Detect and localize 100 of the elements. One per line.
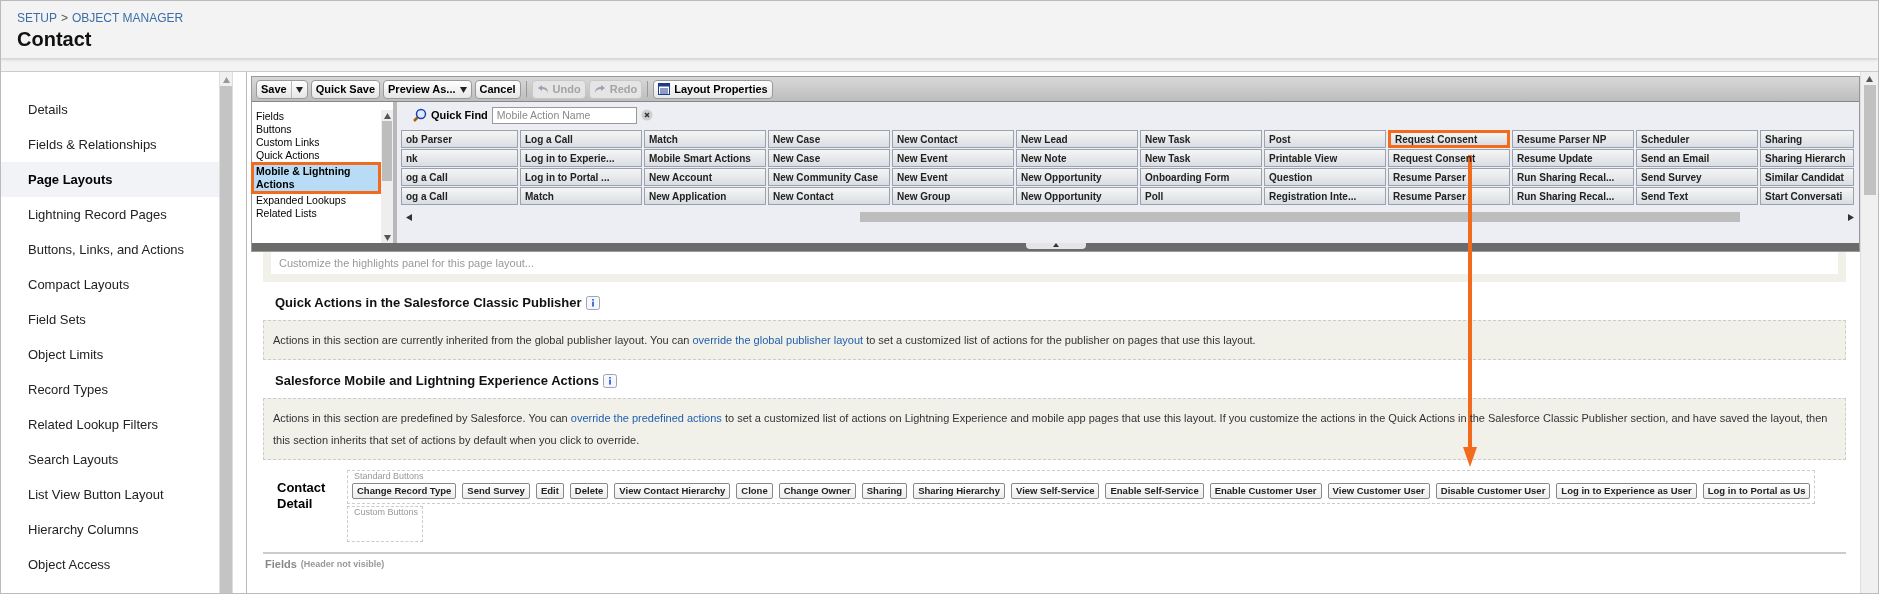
action-item[interactable]: Send Survey [1636, 168, 1758, 186]
action-item[interactable]: Start Conversati [1760, 187, 1854, 205]
action-item[interactable]: Log in to Experie... [520, 149, 642, 167]
palette-category[interactable]: Custom Links [254, 136, 381, 149]
action-item[interactable]: Scheduler [1636, 130, 1758, 148]
resize-handle[interactable] [1025, 243, 1086, 249]
caret-icon[interactable] [295, 85, 303, 93]
action-item[interactable]: Log a Call [520, 130, 642, 148]
layout-button[interactable]: View Self-Service [1010, 483, 1100, 499]
action-item[interactable]: Sharing Hierarch [1760, 149, 1854, 167]
action-item[interactable]: New Task [1140, 130, 1262, 148]
layout-button[interactable]: View Contact Hierarchy [614, 483, 731, 499]
action-item[interactable]: Post [1264, 130, 1386, 148]
action-item[interactable]: New Account [644, 168, 766, 186]
action-item[interactable]: Run Sharing Recal... [1512, 168, 1634, 186]
action-item[interactable]: Question [1264, 168, 1386, 186]
scrollbar[interactable] [381, 110, 393, 243]
scrollbar-thumb[interactable] [382, 121, 392, 181]
layout-button[interactable]: Log in to Portal as Us [1702, 483, 1811, 499]
action-item[interactable]: New Application [644, 187, 766, 205]
action-item[interactable]: Send an Email [1636, 149, 1758, 167]
action-item[interactable]: New Community Case [768, 168, 890, 186]
action-item[interactable]: Mobile Smart Actions [644, 149, 766, 167]
action-item[interactable]: Poll [1140, 187, 1262, 205]
sidebar-item[interactable]: Hierarchy Columns [1, 512, 219, 547]
action-item[interactable]: og a Call [401, 168, 518, 186]
palette-category[interactable]: Buttons [254, 123, 381, 136]
override-link[interactable]: override the predefined actions [570, 412, 722, 424]
palette-category[interactable]: Expanded Lookups [254, 194, 381, 207]
info-icon[interactable] [602, 374, 617, 388]
breadcrumb-link[interactable]: OBJECT MANAGER [72, 9, 184, 27]
caret-icon[interactable] [459, 85, 467, 93]
sidebar-item[interactable]: Buttons, Links, and Actions [1, 232, 219, 267]
toolbar-button[interactable]: Layout Properties [653, 79, 773, 99]
override-link[interactable]: override the global publisher layout [692, 334, 864, 346]
action-item[interactable]: ob Parser [401, 130, 518, 148]
action-item[interactable]: New Task [1140, 149, 1262, 167]
layout-button[interactable]: Enable Self-Service [1105, 483, 1204, 499]
scroll-up-icon[interactable] [1866, 75, 1873, 82]
breadcrumb-link[interactable]: SETUP [17, 9, 57, 27]
sidebar-item[interactable]: Related Lookup Filters [1, 407, 219, 442]
palette-category[interactable]: Mobile & Lightning Actions [251, 162, 381, 194]
action-item[interactable]: New Opportunity [1016, 187, 1138, 205]
clear-icon[interactable] [640, 109, 653, 121]
toolbar-button[interactable]: Save [256, 79, 308, 99]
action-item[interactable]: New Contact [892, 130, 1014, 148]
action-item[interactable]: New Lead [1016, 130, 1138, 148]
sidebar-item[interactable]: Compact Layouts [1, 267, 219, 302]
quick-find-field[interactable]: Mobile Action Name [491, 106, 637, 124]
layout-button[interactable]: Disable Customer User [1435, 483, 1551, 499]
layout-button[interactable]: Sharing Hierarchy [913, 483, 1005, 499]
action-item[interactable]: Request Consent [1388, 130, 1510, 148]
toolbar-button[interactable]: Cancel [474, 79, 521, 99]
toolbar-button[interactable]: Quick Save [310, 79, 381, 99]
sidebar-item[interactable]: Search Layouts [1, 442, 219, 477]
scroll-up-icon[interactable] [383, 112, 391, 119]
sidebar-item[interactable]: List View Button Layout [1, 477, 219, 512]
layout-button[interactable]: Edit [535, 483, 564, 499]
scrollbar-thumb[interactable] [1863, 85, 1876, 195]
action-item[interactable]: New Group [892, 187, 1014, 205]
scrollbar[interactable] [219, 72, 233, 593]
action-item[interactable]: nk [401, 149, 518, 167]
action-item[interactable]: og a Call [401, 187, 518, 205]
sidebar-item[interactable]: Details [1, 92, 219, 127]
layout-button[interactable]: Log in to Experience as User [1556, 483, 1697, 499]
action-item[interactable]: Send Text [1636, 187, 1758, 205]
action-item[interactable]: Resume Parser [1388, 168, 1510, 186]
action-item[interactable]: Resume Parser [1388, 187, 1510, 205]
info-icon[interactable] [585, 296, 600, 310]
action-item[interactable]: Match [520, 187, 642, 205]
action-item[interactable]: Registration Inte... [1264, 187, 1386, 205]
sidebar-item[interactable]: Record Types [1, 372, 219, 407]
action-item[interactable]: Sharing [1760, 130, 1854, 148]
scroll-down-icon[interactable] [383, 234, 391, 241]
sidebar-item[interactable]: Object Access [1, 547, 219, 582]
action-item[interactable]: New Case [768, 130, 890, 148]
layout-button[interactable]: Change Owner [778, 483, 856, 499]
action-item[interactable]: New Contact [768, 187, 890, 205]
sidebar-item[interactable]: Object Limits [1, 337, 219, 372]
palette-category[interactable]: Fields [254, 110, 381, 123]
toolbar-button[interactable]: Preview As... [383, 79, 472, 99]
palette-category[interactable]: Quick Actions [254, 149, 381, 162]
layout-button[interactable]: Send Survey [462, 483, 530, 499]
action-item[interactable]: Resume Update [1512, 149, 1634, 167]
sidebar-item[interactable]: Lightning Record Pages [1, 197, 219, 232]
sidebar-item[interactable]: Fields & Relationships [1, 127, 219, 162]
action-item[interactable]: New Case [768, 149, 890, 167]
palette-category[interactable]: Related Lists [254, 207, 381, 220]
sidebar-item[interactable]: Page Layouts [1, 162, 219, 197]
sidebar-item[interactable]: Field Sets [1, 302, 219, 337]
layout-button[interactable]: Clone [736, 483, 773, 499]
scroll-right-icon[interactable] [1848, 213, 1855, 221]
scroll-left-icon[interactable] [405, 213, 412, 221]
action-item[interactable]: New Event [892, 168, 1014, 186]
action-item[interactable]: Onboarding Form [1140, 168, 1262, 186]
action-item[interactable]: Printable View [1264, 149, 1386, 167]
action-item[interactable]: Resume Parser NP [1512, 130, 1634, 148]
action-item[interactable]: New Event [892, 149, 1014, 167]
action-item[interactable]: New Opportunity [1016, 168, 1138, 186]
action-item[interactable]: New Note [1016, 149, 1138, 167]
